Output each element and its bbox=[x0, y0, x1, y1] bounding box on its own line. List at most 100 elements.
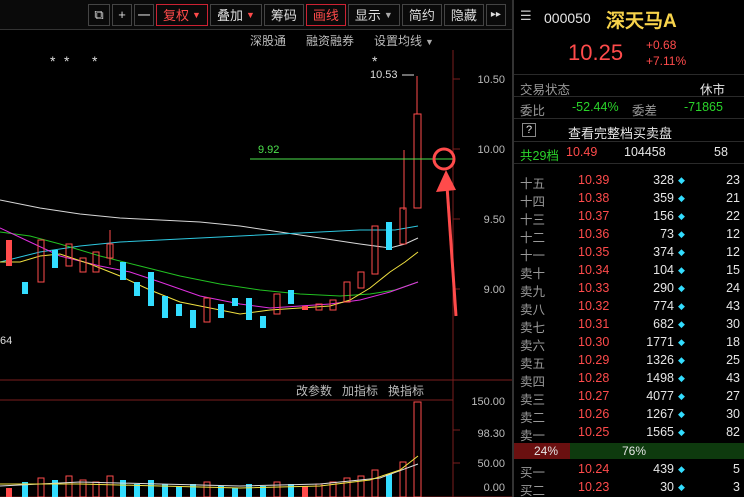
ask-count: 24 bbox=[726, 281, 740, 295]
ask-volume: 774 bbox=[653, 299, 674, 313]
zoom-in-button[interactable]: + bbox=[112, 3, 132, 26]
trade-status-row: 交易状态 休市 bbox=[514, 78, 744, 97]
zoom-out-button[interactable]: 一 bbox=[134, 3, 154, 26]
ask-volume: 156 bbox=[653, 209, 674, 223]
ask-row[interactable]: 卖七 10.31 682 30 ◆ bbox=[514, 316, 744, 335]
ask-row[interactable]: 十三 10.37 156 22 ◆ bbox=[514, 208, 744, 227]
ask-price: 10.38 bbox=[578, 191, 610, 205]
y-tick: 9.00 bbox=[484, 284, 505, 296]
kline-chart[interactable]: 10.50 10.00 9.50 9.00 150.00 98.30 50.00… bbox=[0, 30, 512, 497]
full-book-link[interactable]: 查看完整档买卖盘 bbox=[568, 123, 672, 142]
ratio-label: 委比 bbox=[520, 104, 546, 118]
chart-toolbar: ⧉ + 一 复权 ▼ 叠加 ▼ 筹码 画线 显示 ▼ 简约 隐藏 ▸▸ bbox=[0, 0, 512, 30]
ask-volume: 1565 bbox=[646, 425, 674, 439]
bid-count: 3 bbox=[733, 480, 740, 494]
current-price: 10.25 bbox=[568, 40, 624, 65]
bid-row[interactable]: 买一 10.24 439 5 ◆ bbox=[514, 461, 744, 480]
ask-level-label: 卖一 bbox=[520, 429, 546, 443]
y-tick: 10.00 bbox=[477, 144, 505, 156]
ask-row[interactable]: 卖六 10.30 1771 18 ◆ bbox=[514, 334, 744, 353]
menu-icon[interactable]: ☰ bbox=[520, 8, 532, 24]
ask-price: 10.26 bbox=[578, 407, 610, 421]
vol-tick: 98.30 bbox=[477, 428, 505, 440]
vol-tab-add[interactable]: 加指标 bbox=[342, 383, 378, 398]
display-button[interactable]: 显示 ▼ bbox=[347, 3, 400, 26]
ask-price: 10.32 bbox=[578, 299, 610, 313]
ask-row[interactable]: 十五 10.39 328 23 ◆ bbox=[514, 172, 744, 191]
ask-volume: 374 bbox=[653, 245, 674, 259]
restore-rights-button[interactable]: 复权 ▼ bbox=[156, 3, 208, 26]
diff-value: -71865 bbox=[684, 100, 723, 114]
full-book-row[interactable]: ? 查看完整档买卖盘 bbox=[514, 122, 744, 142]
bid-volume: 439 bbox=[653, 462, 674, 476]
diamond-icon: ◆ bbox=[678, 283, 685, 293]
ask-count: 82 bbox=[726, 425, 740, 439]
ask-count: 43 bbox=[726, 299, 740, 313]
event-star: * bbox=[64, 53, 70, 69]
draw-line-button[interactable]: 画线 bbox=[305, 3, 346, 26]
event-star: * bbox=[372, 53, 378, 69]
diamond-icon: ◆ bbox=[678, 319, 685, 329]
ask-row[interactable]: 卖五 10.29 1326 25 ◆ bbox=[514, 352, 744, 371]
ask-price: 10.29 bbox=[578, 353, 610, 367]
ask-price: 10.28 bbox=[578, 371, 610, 385]
ma-line-magenta bbox=[0, 227, 419, 309]
display-label: 显示 bbox=[354, 8, 381, 23]
hide-button[interactable]: 隐藏 bbox=[443, 3, 484, 26]
vol-tab-switch[interactable]: 换指标 bbox=[388, 383, 424, 398]
ask-volume: 104 bbox=[653, 263, 674, 277]
diamond-icon: ◆ bbox=[678, 175, 685, 185]
more-icon[interactable]: ▸▸ bbox=[485, 3, 506, 26]
ask-row[interactable]: 十一 10.35 374 12 ◆ bbox=[514, 244, 744, 263]
ask-count: 15 bbox=[726, 263, 740, 277]
price-change-pct: +7.11% bbox=[646, 54, 687, 68]
book-total-row: 共29档 10.49 104458 58 bbox=[514, 144, 744, 163]
ma-line-yellow bbox=[0, 251, 419, 315]
ratio-value: -52.44% bbox=[572, 100, 619, 114]
ask-count: 25 bbox=[726, 353, 740, 367]
simple-button[interactable]: 简约 bbox=[401, 3, 442, 26]
ask-row[interactable]: 卖九 10.33 290 24 ◆ bbox=[514, 280, 744, 299]
diamond-icon: ◆ bbox=[678, 265, 685, 275]
vol-tick: 150.00 bbox=[471, 396, 505, 408]
diamond-icon: ◆ bbox=[678, 229, 685, 239]
ask-count: 18 bbox=[726, 335, 740, 349]
chips-button[interactable]: 筹码 bbox=[263, 3, 304, 26]
diamond-icon: ◆ bbox=[678, 409, 685, 419]
ask-row[interactable]: 卖一 10.25 1565 82 ◆ bbox=[514, 424, 744, 443]
bid-row[interactable]: 买二 10.23 30 3 ◆ bbox=[514, 479, 744, 497]
diamond-icon: ◆ bbox=[678, 337, 685, 347]
y-tick: 9.50 bbox=[484, 214, 505, 226]
vol-tab-params[interactable]: 改参数 bbox=[296, 383, 332, 398]
vol-ma-white bbox=[0, 463, 419, 487]
ask-volume: 682 bbox=[653, 317, 674, 331]
ask-row[interactable]: 十二 10.36 73 12 ◆ bbox=[514, 226, 744, 245]
ask-row[interactable]: 卖十 10.34 104 15 ◆ bbox=[514, 262, 744, 281]
ask-count: 27 bbox=[726, 389, 740, 403]
help-icon[interactable]: ? bbox=[522, 123, 537, 137]
ask-count: 12 bbox=[726, 227, 740, 241]
overlay-label: 叠加 bbox=[216, 8, 243, 23]
candles bbox=[6, 76, 422, 328]
ask-volume: 290 bbox=[653, 281, 674, 295]
ask-count: 23 bbox=[726, 173, 740, 187]
window-icon[interactable]: ⧉ bbox=[88, 3, 110, 26]
annotation-arrow bbox=[445, 185, 458, 317]
ask-row[interactable]: 卖二 10.26 1267 30 ◆ bbox=[514, 406, 744, 425]
bid-level-label: 买二 bbox=[520, 484, 546, 497]
ask-volume: 1267 bbox=[646, 407, 674, 421]
ask-row[interactable]: 卖四 10.28 1498 43 ◆ bbox=[514, 370, 744, 389]
ask-row[interactable]: 十四 10.38 359 21 ◆ bbox=[514, 190, 744, 209]
ask-row[interactable]: 卖三 10.27 4077 27 ◆ bbox=[514, 388, 744, 407]
diamond-icon: ◆ bbox=[678, 373, 685, 383]
ask-price: 10.34 bbox=[578, 263, 610, 277]
stock-code: 000050 bbox=[544, 10, 591, 26]
ask-volume: 4077 bbox=[646, 389, 674, 403]
overlay-button[interactable]: 叠加 ▼ bbox=[209, 3, 262, 26]
diamond-icon: ◆ bbox=[678, 193, 685, 203]
restore-rights-label: 复权 bbox=[163, 8, 190, 23]
ask-volume: 328 bbox=[653, 173, 674, 187]
ask-row[interactable]: 卖八 10.32 774 43 ◆ bbox=[514, 298, 744, 317]
quote-panel: ☰ 000050 深天马A 10.25 +0.68 +7.11% 交易状态 休市… bbox=[512, 0, 744, 497]
total-volume: 104458 bbox=[624, 145, 666, 159]
